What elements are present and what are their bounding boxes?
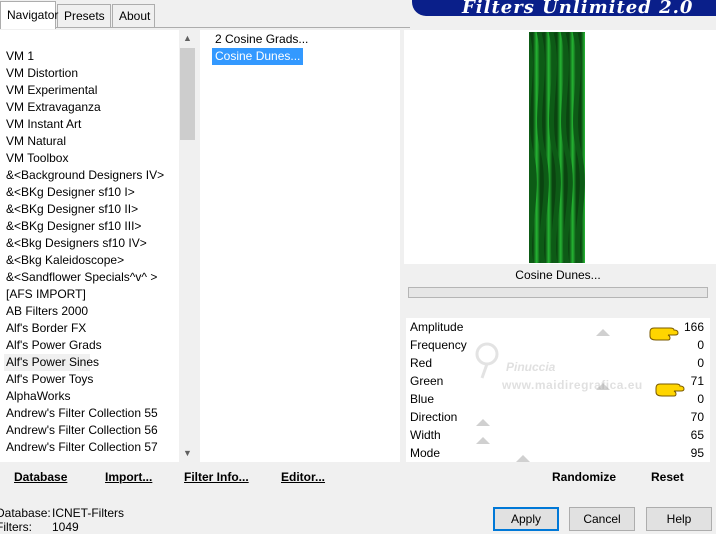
category-item[interactable]: &<Bkg Designers sf10 IV> — [6, 235, 147, 252]
category-item[interactable]: &<BKg Designer sf10 I> — [6, 184, 135, 201]
tab-navigator[interactable]: Navigator — [0, 1, 59, 29]
category-item[interactable]: Alf's Border FX — [6, 320, 86, 337]
param-value: 95 — [690, 446, 704, 460]
slider-marker[interactable] — [476, 419, 490, 426]
tab-about-label: About — [119, 9, 151, 23]
param-value: 0 — [697, 356, 704, 370]
watermark-name: Pinuccia — [506, 360, 556, 374]
param-label: Mode — [410, 446, 441, 460]
scroll-thumb[interactable] — [180, 48, 195, 140]
filters-count-label: Filters: — [0, 520, 32, 534]
category-item[interactable]: Andrew's Filter Collection 55 — [6, 405, 158, 422]
filter-info-button[interactable]: Filter Info... — [184, 470, 249, 484]
tab-presets[interactable]: Presets — [57, 4, 111, 28]
category-item[interactable]: &<Background Designers IV> — [6, 167, 164, 184]
param-value: 0 — [697, 392, 704, 406]
app-banner: Filters Unlimited 2.0 — [412, 0, 716, 16]
editor-button[interactable]: Editor... — [281, 470, 325, 484]
watermark-url: www.maidiregrafica.eu — [502, 378, 643, 392]
param-label: Direction — [410, 410, 458, 424]
category-item[interactable]: VM Instant Art — [6, 116, 81, 133]
param-row-mode[interactable]: Mode 95 — [406, 444, 710, 462]
watermark-logo-icon — [475, 342, 499, 379]
category-item[interactable]: [AFS IMPORT] — [6, 286, 86, 303]
param-label: Green — [410, 374, 444, 388]
category-item[interactable]: VM Natural — [6, 133, 66, 150]
reset-button[interactable]: Reset — [651, 470, 684, 484]
tab-divider — [0, 27, 410, 28]
category-item[interactable]: Andrew's Filter Collection 57 — [6, 439, 158, 456]
preview-image — [529, 32, 585, 263]
category-item[interactable]: VM Experimental — [6, 82, 97, 99]
database-status-value: ICNET-Filters — [52, 506, 124, 520]
param-row-direction[interactable]: Direction 70 — [406, 408, 710, 426]
category-scrollbar[interactable]: ▲ ▼ — [179, 30, 196, 462]
current-filter-name: Cosine Dunes... — [408, 265, 708, 285]
param-label: Red — [410, 356, 433, 370]
param-label: Blue — [410, 392, 435, 406]
param-value: 71 — [690, 374, 704, 388]
filter-item-2-cosine-grads[interactable]: 2 Cosine Grads... — [212, 31, 311, 48]
category-item[interactable]: Andrew's Filter Collection 56 — [6, 422, 158, 439]
category-item[interactable]: VM Distortion — [6, 65, 78, 82]
category-list[interactable]: VM 1 VM Distortion VM Experimental VM Extra… — [0, 30, 196, 462]
category-item[interactable]: Alf's Power Sines — [4, 354, 99, 371]
category-item[interactable]: &<Bkg Kaleidoscope> — [6, 252, 124, 269]
param-value: 166 — [683, 320, 704, 334]
param-label: Width — [410, 428, 441, 442]
category-item[interactable]: AB Filters 2000 — [6, 303, 88, 320]
tab-presets-label: Presets — [64, 9, 105, 23]
category-item[interactable]: VM Toolbox — [6, 150, 68, 167]
filters-count-value: 1049 — [52, 520, 79, 534]
database-status-label: Database: — [0, 506, 51, 520]
slider-marker[interactable] — [516, 455, 530, 462]
param-value: 70 — [690, 410, 704, 424]
tab-about[interactable]: About — [112, 4, 155, 28]
category-item[interactable]: &<BKg Designer sf10 III> — [6, 218, 141, 235]
database-button[interactable]: Database — [14, 470, 67, 484]
app-title: Filters Unlimited 2.0 — [462, 0, 694, 16]
apply-button[interactable]: Apply — [493, 507, 559, 531]
param-value: 0 — [697, 338, 704, 352]
scroll-down-icon[interactable]: ▼ — [179, 445, 196, 462]
filter-list[interactable]: 2 Cosine Grads... Cosine Dunes... — [200, 30, 400, 462]
tab-navigator-label: Navigator — [7, 8, 59, 22]
category-item[interactable]: AlphaWorks — [6, 388, 70, 405]
watermark: Pinuccia www.maidiregrafica.eu — [472, 336, 672, 396]
category-item[interactable]: Alf's Power Grads — [6, 337, 102, 354]
slider-marker[interactable] — [596, 329, 610, 336]
cancel-button[interactable]: Cancel — [569, 507, 635, 531]
param-row-width[interactable]: Width 65 — [406, 426, 710, 444]
preview-panel — [404, 30, 716, 264]
category-item[interactable]: &<Sandflower Specials^v^ > — [6, 269, 157, 286]
category-item[interactable]: &<BKg Designer sf10 II> — [6, 201, 138, 218]
category-item[interactable]: VM Extravaganza — [6, 99, 101, 116]
param-label: Amplitude — [410, 320, 464, 334]
category-item[interactable]: Alf's Power Toys — [6, 371, 93, 388]
category-item[interactable]: VM 1 — [6, 48, 34, 65]
scroll-up-icon[interactable]: ▲ — [179, 30, 196, 47]
slider-marker[interactable] — [476, 437, 490, 444]
randomize-button[interactable]: Randomize — [552, 470, 616, 484]
import-button[interactable]: Import... — [105, 470, 152, 484]
progress-bar — [408, 287, 708, 298]
param-value: 65 — [690, 428, 704, 442]
param-label: Frequency — [410, 338, 467, 352]
help-button[interactable]: Help — [646, 507, 712, 531]
filter-item-cosine-dunes[interactable]: Cosine Dunes... — [212, 48, 304, 65]
